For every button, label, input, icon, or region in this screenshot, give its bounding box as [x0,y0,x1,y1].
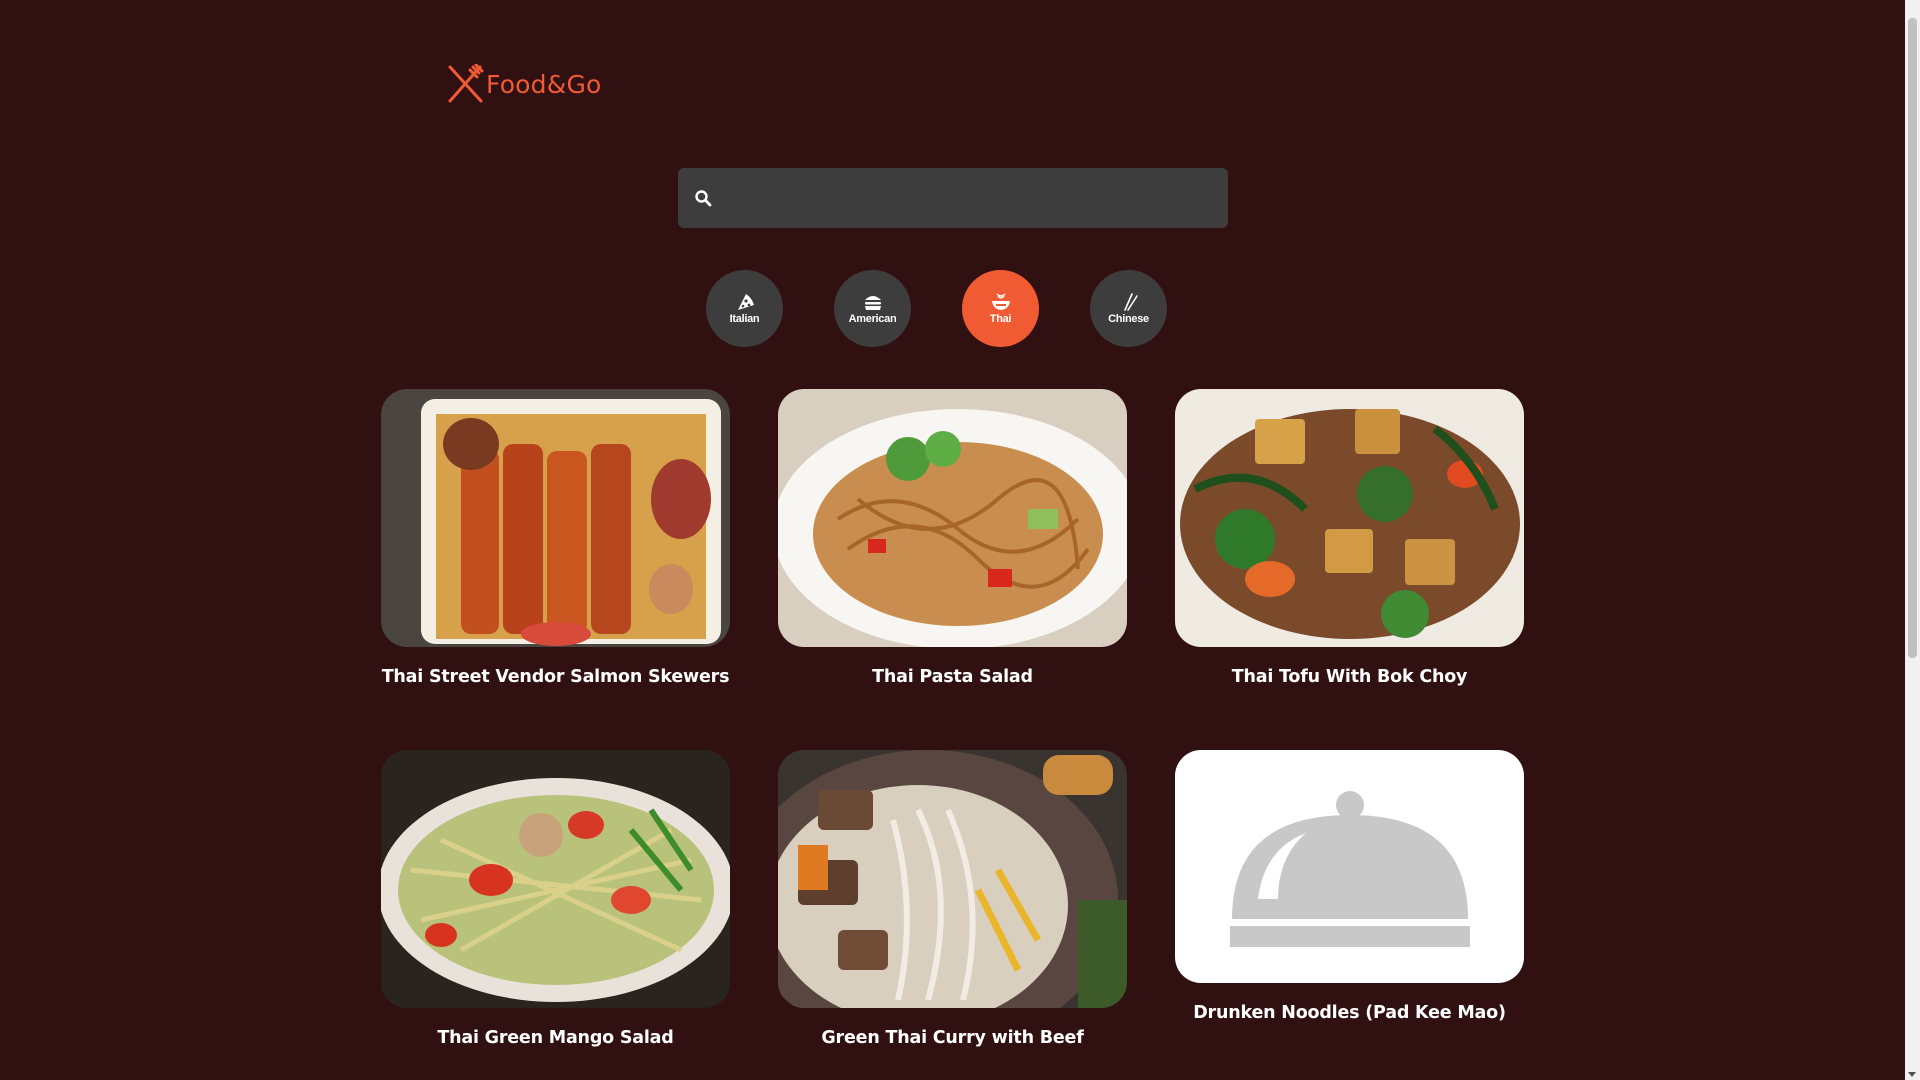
category-italian[interactable]: Italian [706,270,783,347]
recipe-title: Green Thai Curry with Beef [821,1028,1084,1048]
category-chinese[interactable]: Chinese [1090,270,1167,347]
scrollbar-thumb[interactable] [1908,18,1917,658]
recipe-title: Thai Pasta Salad [872,667,1033,687]
scrollbar[interactable] [1905,0,1920,1080]
recipe-card[interactable]: Thai Tofu With Bok Choy [1175,389,1524,687]
chopsticks-icon [1123,293,1138,311]
category-label: American [848,313,897,325]
scroll-down-arrow-icon[interactable] [1908,1072,1916,1077]
recipe-image-placeholder [1175,750,1524,983]
category-label: Thai [989,313,1012,325]
noodle-bowl-icon [991,293,1010,310]
search-icon [695,190,712,207]
recipe-card[interactable]: Thai Street Vendor Salmon Skewers [381,389,730,687]
cloche-placeholder-icon [1229,790,1470,947]
page: Food&Go Italian American Thai Chinese Th… [0,0,1905,1080]
recipe-card[interactable]: Thai Green Mango Salad [381,750,730,1048]
pizza-icon [737,294,754,310]
recipe-card[interactable]: Green Thai Curry with Beef [778,750,1127,1048]
category-filter: Italian American Thai Chinese [706,270,1167,347]
search-input[interactable] [712,168,1228,228]
category-thai[interactable]: Thai [962,270,1039,347]
brand-logo[interactable]: Food&Go [446,64,602,104]
salmon-skewers-photo [381,389,730,647]
recipe-title: Thai Tofu With Bok Choy [1231,667,1468,687]
green-mango-salad-photo [381,750,730,1008]
category-label: Italian [729,313,760,325]
category-american[interactable]: American [834,270,911,347]
recipe-card[interactable]: Thai Pasta Salad [778,389,1127,687]
pasta-salad-photo [778,389,1127,647]
green-curry-beef-photo [778,750,1127,1008]
recipe-title: Thai Green Mango Salad [437,1028,674,1048]
category-label: Chinese [1108,313,1149,325]
brand-name: Food&Go [486,69,602,99]
burger-icon [864,296,881,310]
recipe-card[interactable]: Drunken Noodles (Pad Kee Mao) [1175,750,1524,1023]
recipe-title: Drunken Noodles (Pad Kee Mao) [1193,1003,1506,1023]
recipe-title: Thai Street Vendor Salmon Skewers [381,667,730,687]
fork-knife-icon [448,64,484,103]
search-bar[interactable] [678,168,1228,228]
tofu-bok-choy-photo [1175,389,1524,647]
